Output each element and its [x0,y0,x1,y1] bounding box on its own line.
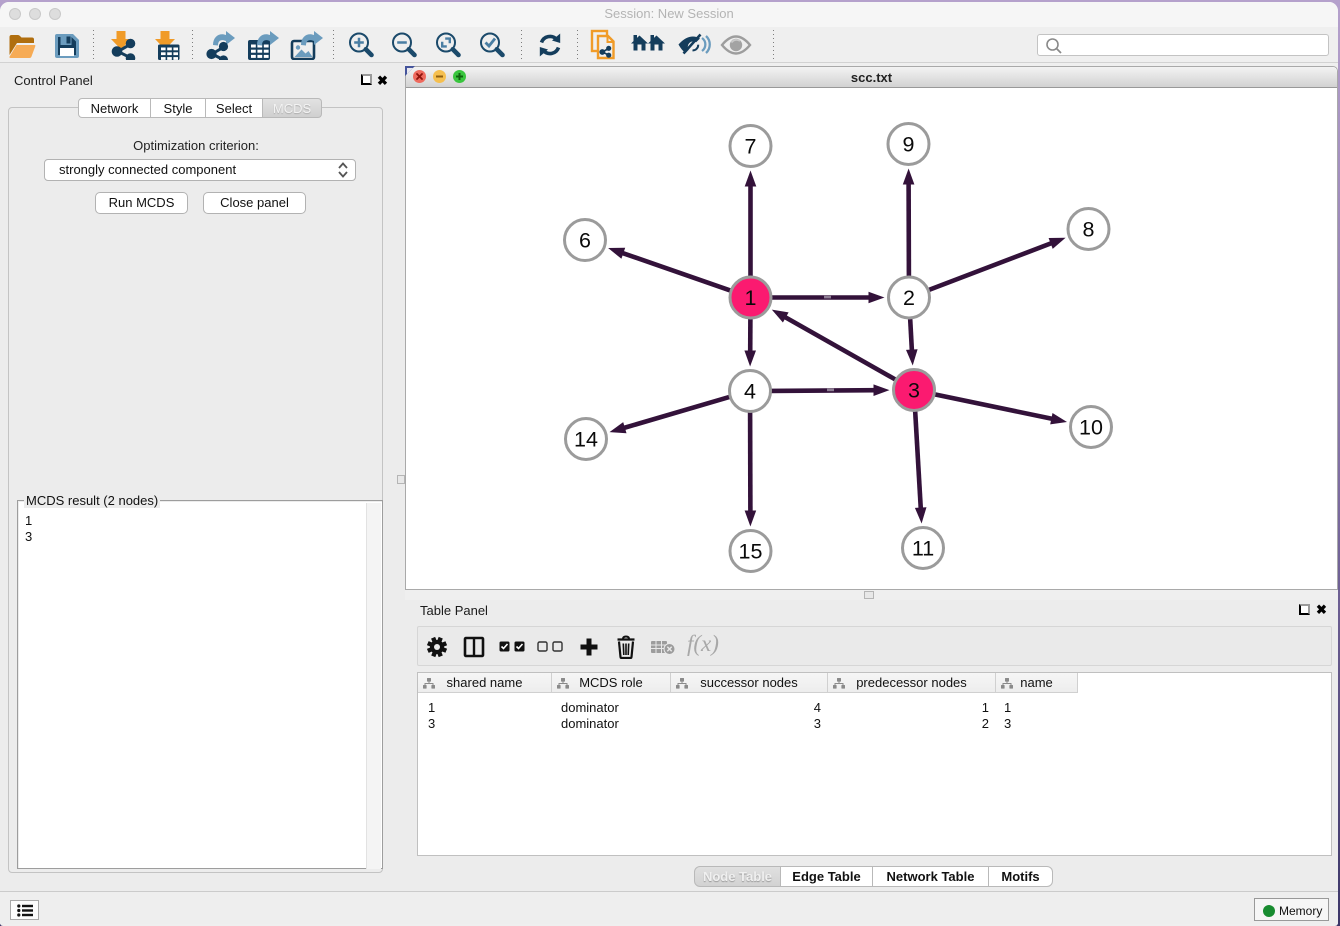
svg-text:10: 10 [1079,416,1103,440]
svg-text:2: 2 [903,286,915,310]
svg-text:4: 4 [744,380,756,404]
svg-text:11: 11 [912,537,934,561]
svg-text:3: 3 [908,379,920,403]
svg-text:6: 6 [579,229,591,253]
svg-text:9: 9 [903,133,915,157]
svg-text:15: 15 [739,540,763,564]
svg-text:8: 8 [1083,218,1095,242]
svg-text:1: 1 [745,286,757,310]
svg-text:7: 7 [745,135,757,159]
svg-text:14: 14 [574,428,598,452]
